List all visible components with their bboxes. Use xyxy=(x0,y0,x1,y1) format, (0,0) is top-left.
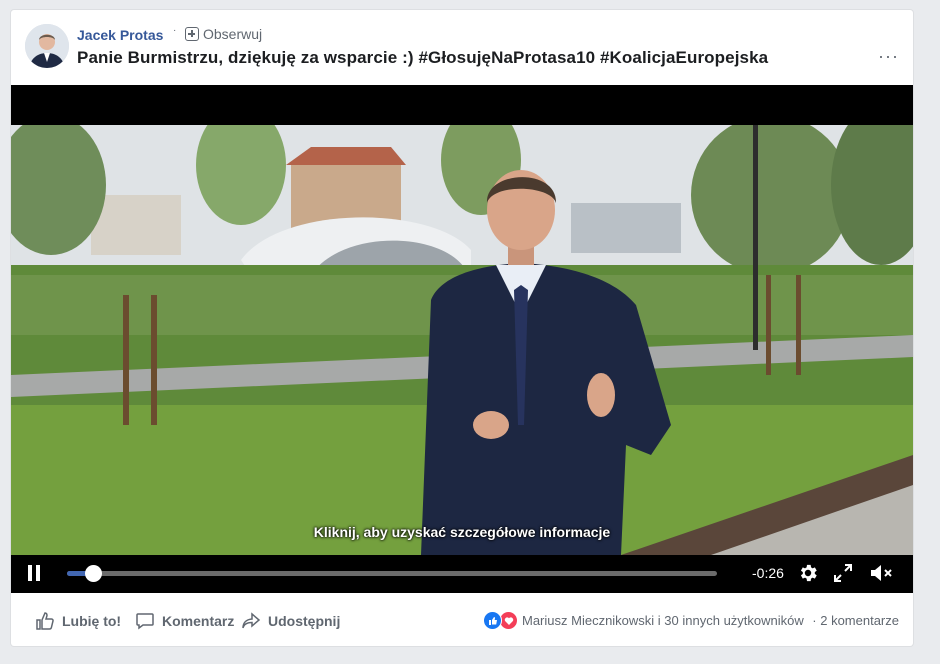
time-remaining: -0:26 xyxy=(752,565,784,581)
follow-button[interactable]: Obserwuj xyxy=(185,26,262,42)
like-reaction-icon xyxy=(483,611,502,630)
gear-icon[interactable] xyxy=(797,562,819,584)
comment-count[interactable]: · 2 komentarze xyxy=(812,613,899,628)
video-player[interactable]: Kliknij, aby uzyskać szczegółowe informa… xyxy=(11,85,913,593)
separator: · xyxy=(812,613,817,628)
separator-dot: · xyxy=(173,25,177,36)
more-options-icon[interactable]: ··· xyxy=(878,46,899,67)
comment-button[interactable]: Komentarz xyxy=(135,611,234,631)
follow-label: Obserwuj xyxy=(203,26,263,42)
video-controls: -0:26 xyxy=(11,553,913,593)
like-label: Lubię to! xyxy=(62,613,122,629)
post-card: Jacek Protas · Obserwuj Panie Burmistrzu… xyxy=(11,10,913,646)
post-footer: Lubię to! Komentarz Udostępnij Mariusz M… xyxy=(11,593,913,646)
video-caption[interactable]: Kliknij, aby uzyskać szczegółowe informa… xyxy=(11,524,913,540)
progress-bar[interactable] xyxy=(67,565,717,582)
pause-icon[interactable] xyxy=(27,565,41,581)
mute-icon[interactable] xyxy=(869,562,893,584)
reaction-icons[interactable] xyxy=(483,611,518,630)
reaction-summary[interactable]: Mariusz Miecznikowski i 30 innych użytko… xyxy=(522,613,804,628)
fullscreen-icon[interactable] xyxy=(833,563,853,583)
share-button[interactable]: Udostępnij xyxy=(241,611,340,631)
author-name[interactable]: Jacek Protas xyxy=(77,27,163,43)
comment-count-label: 2 komentarze xyxy=(820,613,899,628)
post-text: Panie Burmistrzu, dziękuję za wsparcie :… xyxy=(77,48,769,67)
comment-icon xyxy=(136,613,154,630)
share-label: Udostępnij xyxy=(268,613,341,629)
video-frame xyxy=(11,125,913,555)
progress-handle[interactable] xyxy=(85,565,102,582)
avatar[interactable] xyxy=(25,24,69,68)
comment-label: Komentarz xyxy=(162,613,235,629)
like-button[interactable]: Lubię to! xyxy=(35,611,121,631)
thumbs-up-icon xyxy=(36,612,54,630)
share-icon xyxy=(242,612,261,629)
follow-icon xyxy=(185,27,199,41)
